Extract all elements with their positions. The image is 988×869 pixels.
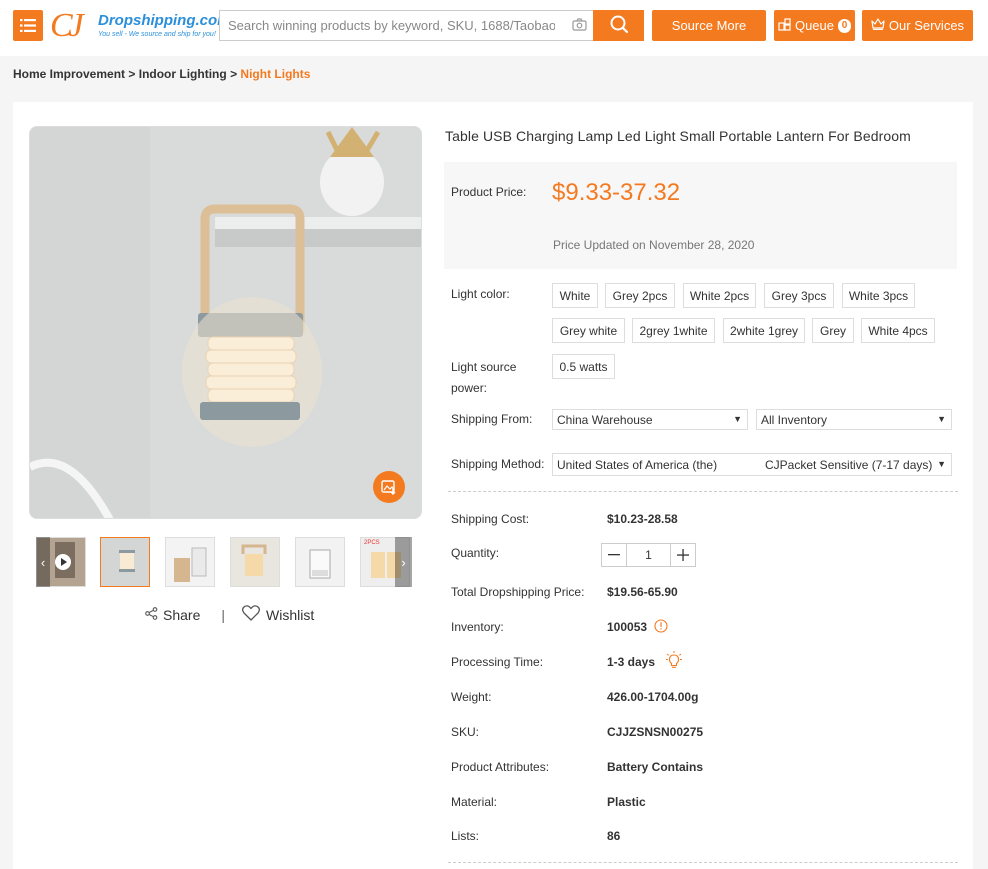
processing-time-value: 1-3 days [607, 655, 656, 669]
logo-mark: CJ [50, 7, 84, 44]
breadcrumb-separator: > [230, 67, 238, 81]
wishlist-button[interactable]: Wishlist [266, 607, 314, 623]
quantity-decrease-button[interactable] [602, 544, 626, 566]
breadcrumb-indoor-lighting[interactable]: Indoor Lighting [139, 67, 227, 81]
sku-value: CJJZSNSN00275 [607, 725, 704, 739]
power-option-0-5-watts[interactable]: 0.5 watts [552, 354, 615, 379]
total-price-label: Total Dropshipping Price: [451, 585, 585, 599]
our-services-label: Our Services [888, 18, 965, 33]
search-box [219, 10, 593, 41]
source-more-label: Source More [671, 18, 747, 33]
chevron-down-icon: ▼ [937, 414, 946, 424]
product-price-label: Product Price: [451, 185, 527, 199]
share-button[interactable]: Share [163, 607, 200, 623]
shipping-method-select[interactable]: United States of America (the) CJPacket … [552, 453, 952, 476]
lists-value: 86 [607, 829, 621, 843]
search-input[interactable] [220, 11, 555, 40]
queue-icon [778, 17, 791, 34]
thumbnail-prev-arrow[interactable]: ‹ [36, 537, 50, 587]
top-bar: CJ Dropshipping.com You sell - We source… [0, 0, 988, 56]
source-more-button[interactable]: Source More [652, 10, 766, 41]
search-icon [609, 14, 629, 37]
sku-label: SKU: [451, 725, 480, 739]
info-icon[interactable] [654, 619, 668, 636]
color-option-white-2pcs[interactable]: White 2pcs [683, 283, 756, 308]
thumbnail-2[interactable] [100, 537, 150, 587]
inventory-select[interactable]: All Inventory ▼ [756, 409, 952, 430]
shipping-method-label: Shipping Method: [451, 457, 545, 471]
quantity-increase-button[interactable] [671, 544, 695, 566]
heart-icon[interactable] [241, 605, 261, 624]
inventory-label: Inventory: [451, 620, 504, 634]
color-option-2grey-1white[interactable]: 2grey 1white [632, 318, 715, 343]
breadcrumb-home-improvement[interactable]: Home Improvement [13, 67, 125, 81]
image-search-icon[interactable] [373, 471, 405, 503]
lightbulb-icon[interactable] [666, 651, 682, 672]
thumbnail-strip: ‹ 2PCS › [36, 537, 412, 587]
shipping-cost-value: $10.23-28.58 [607, 512, 678, 526]
color-option-white-4pcs[interactable]: White 4pcs [861, 318, 935, 343]
thumbnail-4[interactable] [230, 537, 280, 587]
thumbnail-tag: 2PCS [364, 540, 380, 546]
total-price-value: $19.56-65.90 [607, 585, 678, 599]
queue-count-badge: 0 [838, 18, 852, 33]
shipping-from-select[interactable]: China Warehouse ▼ [552, 409, 748, 430]
thumbnail-5[interactable] [295, 537, 345, 587]
site-logo[interactable]: CJ Dropshipping.com You sell - We source… [50, 7, 231, 44]
color-option-2white-1grey[interactable]: 2white 1grey [723, 318, 805, 343]
inventory-select-value: All Inventory [761, 412, 828, 427]
light-source-power-label: Light source power: [451, 360, 517, 395]
color-option-grey-3pcs[interactable]: Grey 3pcs [764, 283, 834, 308]
lists-label: Lists: [451, 829, 480, 843]
shipping-from-value: China Warehouse [557, 412, 653, 427]
color-option-grey-white[interactable]: Grey white [552, 318, 625, 343]
color-option-grey[interactable]: Grey [812, 318, 854, 343]
share-divider: | [221, 606, 225, 623]
share-icon[interactable] [145, 606, 158, 623]
price-box [444, 162, 957, 269]
shipping-from-label: Shipping From: [451, 412, 533, 426]
main-product-image[interactable] [29, 126, 422, 519]
price-updated: Price Updated on November 28, 2020 [553, 238, 755, 252]
shipping-cost-label: Shipping Cost: [451, 512, 530, 526]
divider [448, 862, 958, 863]
queue-button[interactable]: Queue 0 [774, 10, 855, 41]
shipping-country: United States of America (the) [557, 457, 718, 472]
breadcrumb: Home Improvement > Indoor Lighting > Nig… [13, 67, 310, 81]
breadcrumb-night-lights[interactable]: Night Lights [240, 67, 310, 81]
weight-value: 426.00-1704.00g [607, 690, 699, 704]
material-value: Plastic [607, 795, 646, 809]
breadcrumb-separator: > [128, 67, 136, 81]
search-button[interactable] [593, 10, 644, 41]
crown-icon [871, 18, 885, 33]
camera-icon[interactable] [572, 18, 587, 34]
product-attributes-value: Battery Contains [607, 760, 704, 774]
queue-label: Queue [794, 18, 835, 33]
thumbnail-3[interactable] [165, 537, 215, 587]
material-label: Material: [451, 795, 498, 809]
thumbnail-next-arrow[interactable]: › [395, 537, 412, 587]
quantity-input[interactable]: 1 [626, 544, 671, 566]
chevron-down-icon: ▼ [937, 459, 946, 469]
our-services-button[interactable]: Our Services [862, 10, 973, 41]
product-attributes-label: Product Attributes: [451, 760, 550, 774]
logo-name: Dropshipping.com [98, 12, 231, 29]
color-option-white-3pcs[interactable]: White 3pcs [842, 283, 915, 308]
share-wishlist-row: Share | Wishlist [145, 605, 314, 624]
menu-icon[interactable] [13, 10, 43, 41]
product-price: $9.33-37.32 [552, 179, 681, 206]
color-option-grey-2pcs[interactable]: Grey 2pcs [605, 283, 675, 308]
weight-label: Weight: [451, 690, 492, 704]
processing-time-label: Processing Time: [451, 655, 544, 669]
product-title: Table USB Charging Lamp Led Light Small … [445, 128, 911, 144]
color-option-white[interactable]: White [552, 283, 598, 308]
quantity-stepper: 1 [601, 543, 696, 567]
inventory-value: 100053 [607, 620, 648, 634]
quantity-label: Quantity: [451, 546, 500, 560]
light-color-label: Light color: [451, 287, 510, 301]
shipping-method-value: CJPacket Sensitive (7-17 days) [765, 457, 933, 472]
divider [448, 491, 958, 492]
logo-tagline: You sell - We source and ship for you! [98, 31, 216, 38]
chevron-down-icon: ▼ [733, 414, 742, 424]
